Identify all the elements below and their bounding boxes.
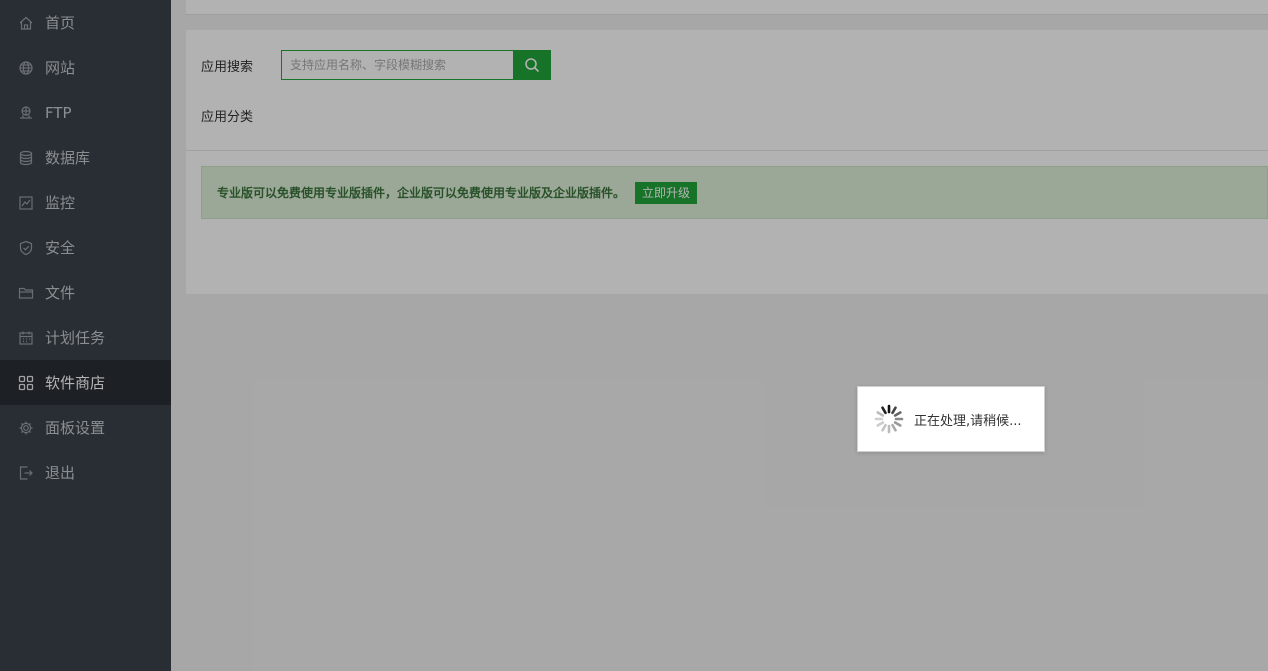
loading-text: 正在处理,请稍候... — [914, 413, 1022, 429]
loading-spinner-icon — [873, 403, 905, 435]
loading-dialog: 正在处理,请稍候... — [857, 386, 1045, 452]
modal-overlay: 正在处理,请稍候... — [0, 0, 1268, 671]
